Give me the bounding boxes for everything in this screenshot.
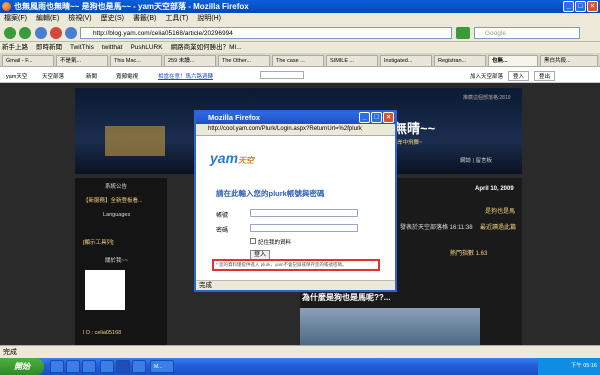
dialog-close-button[interactable]: ×	[383, 112, 394, 123]
taskbar: 開始 M... 下午 05:16	[0, 358, 600, 375]
banner-image	[105, 126, 165, 156]
sidebar-languages: Languages	[103, 212, 131, 218]
login-dialog: Mozilla Firefox _ □ × http://cool.yam.co…	[194, 110, 397, 292]
yam-nav-bar: yam天空 天空部落 新聞 寬頻電視 相當在意！馬六路週轉 加入天空部落 登入 …	[0, 67, 600, 83]
url-input[interactable]: http://blog.yam.com/celia05168/article/2…	[80, 27, 452, 39]
forward-icon[interactable]	[19, 27, 31, 39]
menu-bookmarks[interactable]: 書籤(B)	[133, 13, 156, 24]
search-input[interactable]: Google	[474, 27, 580, 39]
blog-sidebar: 系統公告 【新服務】全新登板看... Languages [顯示工具列] 關於我…	[75, 178, 167, 345]
home-icon[interactable]	[65, 27, 77, 39]
tab-strip: Gmail - F... 不是氣... This Mac... 259 未讀..…	[0, 53, 600, 67]
remember-checkbox[interactable]	[250, 238, 256, 244]
task-button[interactable]	[82, 360, 96, 373]
task-button[interactable]	[132, 360, 146, 373]
account-input[interactable]	[250, 209, 358, 217]
window-title: 也無風雨也無晴~~ 是狗也是馬~~ - yam天空部落 - Mozilla Fi…	[14, 2, 249, 11]
bookmark-item[interactable]: 新手上路	[2, 42, 28, 53]
sidebar-tools[interactable]: [顯示工具列]	[83, 238, 114, 246]
dialog-status: 完成	[196, 280, 395, 290]
password-input[interactable]	[250, 224, 358, 232]
dialog-url: http://cool.yam.com/Plurk/Login.aspx?Ret…	[196, 124, 395, 136]
bookmarks-toolbar: 新手上路 即時新聞 TwitThis twitthat PushLURK 網路商…	[0, 42, 600, 53]
window-titlebar: 也無風雨也無晴~~ 是狗也是馬~~ - yam天空部落 - Mozilla Fi…	[0, 0, 600, 13]
tab-item[interactable]: SIMILE ...	[326, 55, 378, 66]
stop-icon[interactable]	[50, 27, 62, 39]
privacy-notice: * 您的資料僅提供進入 plurk，yam不會記錄或保存您的帳號密碼。	[212, 259, 380, 271]
article-image	[300, 308, 480, 345]
yam-logo: yam天空	[210, 150, 255, 166]
yam-nav-item[interactable]: 寬頻電視	[116, 72, 138, 80]
blog-links[interactable]: 網誌 | 留言板	[460, 156, 492, 164]
tab-item[interactable]: This Mac...	[110, 55, 162, 66]
close-button[interactable]: ×	[587, 1, 598, 12]
task-button[interactable]	[116, 360, 130, 373]
account-label: 帳號	[216, 213, 229, 219]
yam-search-input[interactable]	[260, 71, 304, 79]
article-title: 為什麼是狗也是馬呢??...	[302, 293, 391, 302]
logout-link[interactable]: 登出	[534, 71, 556, 81]
task-button[interactable]	[66, 360, 80, 373]
tab-item[interactable]: 黑白共殺...	[540, 55, 598, 66]
tab-item[interactable]: Gmail - F...	[2, 55, 54, 66]
sidebar-news[interactable]: 【新服務】全新登板看...	[83, 196, 143, 204]
tab-item[interactable]: The Other...	[218, 55, 270, 66]
menu-history[interactable]: 歷史(S)	[101, 13, 124, 24]
password-label: 密碼	[216, 228, 229, 234]
tab-item-active[interactable]: 也無...	[488, 55, 538, 66]
task-button[interactable]	[100, 360, 114, 373]
bookmark-item[interactable]: 網路商業如何勝出？MI...	[171, 42, 242, 53]
yam-nav-item[interactable]: yam天空	[6, 72, 27, 80]
post-rating: 熱門指數 1.63	[450, 251, 488, 257]
menu-help[interactable]: 說明(H)	[197, 13, 221, 24]
post-meta: 發表於天空部落格 16:11:38	[400, 225, 473, 231]
post-date: April 10, 2009	[475, 186, 514, 192]
post-link[interactable]: 是狗也是馬	[485, 206, 515, 215]
remember-label: 記住我的資料	[258, 240, 292, 246]
menu-bar: 檔案(F) 編輯(E) 檢視(V) 歷史(S) 書籤(B) 工具(T) 說明(H…	[0, 13, 600, 24]
reload-icon[interactable]	[35, 27, 47, 39]
tab-item[interactable]: 259 未讀...	[164, 55, 216, 66]
avatar	[85, 270, 125, 310]
tab-item[interactable]: The case ...	[272, 55, 324, 66]
task-button[interactable]: M...	[150, 360, 174, 373]
status-bar: 完成	[0, 345, 600, 358]
task-button[interactable]	[50, 360, 64, 373]
dialog-title: Mozilla Firefox	[208, 113, 261, 122]
back-icon[interactable]	[4, 27, 16, 39]
go-button[interactable]	[456, 27, 470, 39]
menu-edit[interactable]: 編輯(E)	[36, 13, 59, 24]
sidebar-related: 關於我~~	[105, 258, 128, 264]
dialog-minimize-button[interactable]: _	[359, 112, 370, 123]
blog-top-notice[interactable]: 推薦這個部落格:2819	[463, 94, 511, 101]
minimize-button[interactable]: _	[563, 1, 574, 12]
dialog-maximize-button[interactable]: □	[371, 112, 382, 123]
yam-nav-item[interactable]: 天空部落	[42, 72, 64, 80]
maximize-button[interactable]: □	[575, 1, 586, 12]
sidebar-announce: 系統公告	[105, 184, 128, 190]
dialog-heading: 請在此輸入您的plurk帳號與密碼	[216, 189, 325, 198]
sidebar-id: I D : celia05168	[83, 330, 122, 336]
bookmark-item[interactable]: 即時新聞	[36, 42, 62, 53]
bookmark-item[interactable]: PushLURK	[130, 42, 162, 53]
yam-nav-item[interactable]: 相當在意！馬六路週轉	[158, 72, 213, 80]
bookmark-item[interactable]: TwitThis	[70, 42, 94, 53]
yam-nav-item[interactable]: 新聞	[86, 72, 97, 80]
menu-view[interactable]: 檢視(V)	[68, 13, 91, 24]
bookmark-item[interactable]: twitthat	[102, 42, 123, 53]
yam-nav-right[interactable]: 加入天空部落	[470, 72, 503, 80]
dialog-titlebar: Mozilla Firefox _ □ ×	[196, 112, 395, 124]
tab-item[interactable]: 不是氣...	[56, 55, 108, 66]
login-link[interactable]: 登入	[508, 71, 530, 81]
clock: 下午 05:16	[570, 363, 597, 369]
tab-item[interactable]: Registran...	[434, 55, 486, 66]
tab-item[interactable]: Instigated...	[380, 55, 432, 66]
post-read[interactable]: 最近讀過此篇	[480, 222, 516, 231]
start-button[interactable]: 開始	[0, 358, 44, 375]
firefox-icon	[2, 2, 11, 11]
menu-file[interactable]: 檔案(F)	[4, 13, 27, 24]
menu-tools[interactable]: 工具(T)	[165, 13, 188, 24]
system-tray: 下午 05:16	[538, 358, 600, 375]
